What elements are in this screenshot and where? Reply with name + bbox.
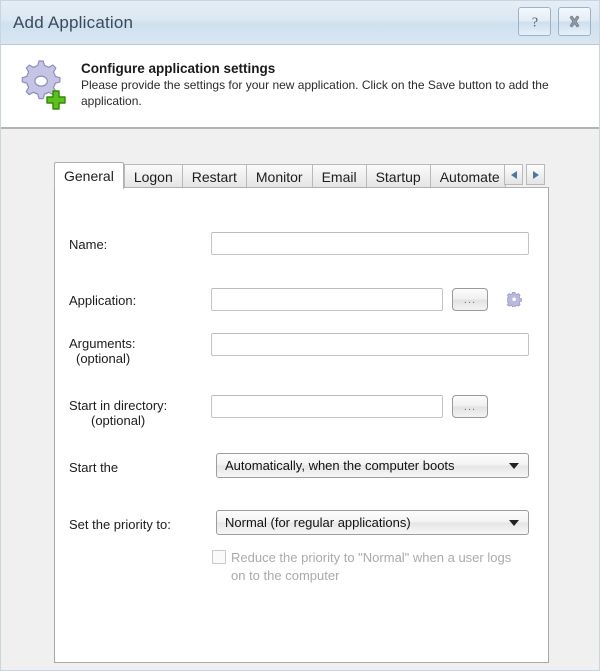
header-banner: Configure application settings Please pr… [1, 45, 599, 129]
chevron-down-icon [509, 520, 519, 526]
priority-dropdown[interactable]: Normal (for regular applications) [216, 510, 529, 535]
name-input[interactable] [211, 232, 529, 255]
start-the-selected-value: Automatically, when the computer boots [225, 458, 455, 473]
tab-scroll-buttons [504, 164, 545, 185]
chevron-down-icon [509, 463, 519, 469]
add-application-dialog: Add Application ? [0, 0, 600, 671]
window-title: Add Application [13, 13, 133, 33]
start-the-label: Start the [69, 460, 118, 475]
tab-label: General [64, 168, 114, 184]
application-label: Application: [69, 293, 136, 308]
general-tab-panel: Name: Application: ... Arguments: [54, 187, 549, 663]
browse-button-label: ... [464, 403, 476, 411]
tab-label: Monitor [256, 169, 303, 185]
scroll-right-arrow-icon [533, 171, 539, 179]
arguments-input[interactable] [211, 333, 529, 356]
tab-label: Email [322, 169, 357, 185]
gear-add-icon [15, 57, 73, 115]
browse-button-label: ... [464, 296, 476, 304]
tab-label: Automate [440, 169, 500, 185]
tab-scroll-right-button[interactable] [526, 164, 545, 185]
svg-text:?: ? [531, 15, 537, 30]
header-text-block: Configure application settings Please pr… [81, 57, 581, 110]
title-bar: Add Application ? [1, 1, 599, 45]
tab-automate[interactable]: Automate [430, 164, 506, 189]
start-in-directory-input[interactable] [211, 395, 443, 418]
general-form: Name: Application: ... Arguments: [55, 188, 548, 662]
tab-bar: General Logon Restart Monitor Email Star… [54, 162, 549, 189]
arguments-label-optional: (optional) [69, 351, 135, 366]
scroll-left-arrow-icon [511, 171, 517, 179]
header-title: Configure application settings [81, 61, 581, 76]
close-icon [567, 14, 582, 29]
reduce-priority-checkbox[interactable] [212, 550, 226, 564]
reduce-priority-label: Reduce the priority to "Normal" when a u… [231, 549, 521, 586]
start-in-directory-label-optional: (optional) [69, 413, 167, 428]
tab-logon[interactable]: Logon [124, 164, 182, 189]
tab-label: Restart [192, 169, 237, 185]
arguments-label: Arguments: (optional) [69, 336, 135, 366]
tab-email[interactable]: Email [312, 164, 366, 189]
start-in-directory-label-main: Start in directory: [69, 398, 167, 413]
application-input[interactable] [211, 288, 443, 311]
question-mark-icon: ? [528, 14, 542, 30]
tab-general[interactable]: General [54, 162, 124, 189]
reduce-priority-row[interactable]: Reduce the priority to "Normal" when a u… [212, 549, 521, 586]
application-browse-button[interactable]: ... [452, 288, 488, 311]
tab-restart[interactable]: Restart [182, 164, 246, 189]
title-bar-buttons: ? [518, 7, 591, 36]
arguments-label-main: Arguments: [69, 336, 135, 351]
application-gear-icon[interactable] [507, 292, 521, 306]
green-plus-badge [47, 91, 65, 109]
priority-label: Set the priority to: [69, 517, 171, 532]
start-in-directory-browse-button[interactable]: ... [452, 395, 488, 418]
tab-label: Startup [376, 169, 421, 185]
name-label: Name: [69, 237, 107, 252]
tab-monitor[interactable]: Monitor [246, 164, 312, 189]
tab-startup[interactable]: Startup [366, 164, 430, 189]
header-subtitle: Please provide the settings for your new… [81, 78, 581, 110]
start-in-directory-label: Start in directory: (optional) [69, 398, 167, 428]
dialog-body: General Logon Restart Monitor Email Star… [1, 129, 599, 670]
priority-selected-value: Normal (for regular applications) [225, 515, 411, 530]
help-button[interactable]: ? [518, 7, 551, 36]
tab-label: Logon [134, 169, 173, 185]
close-button[interactable] [558, 7, 591, 36]
start-the-dropdown[interactable]: Automatically, when the computer boots [216, 453, 529, 478]
tab-scroll-left-button[interactable] [504, 164, 523, 185]
